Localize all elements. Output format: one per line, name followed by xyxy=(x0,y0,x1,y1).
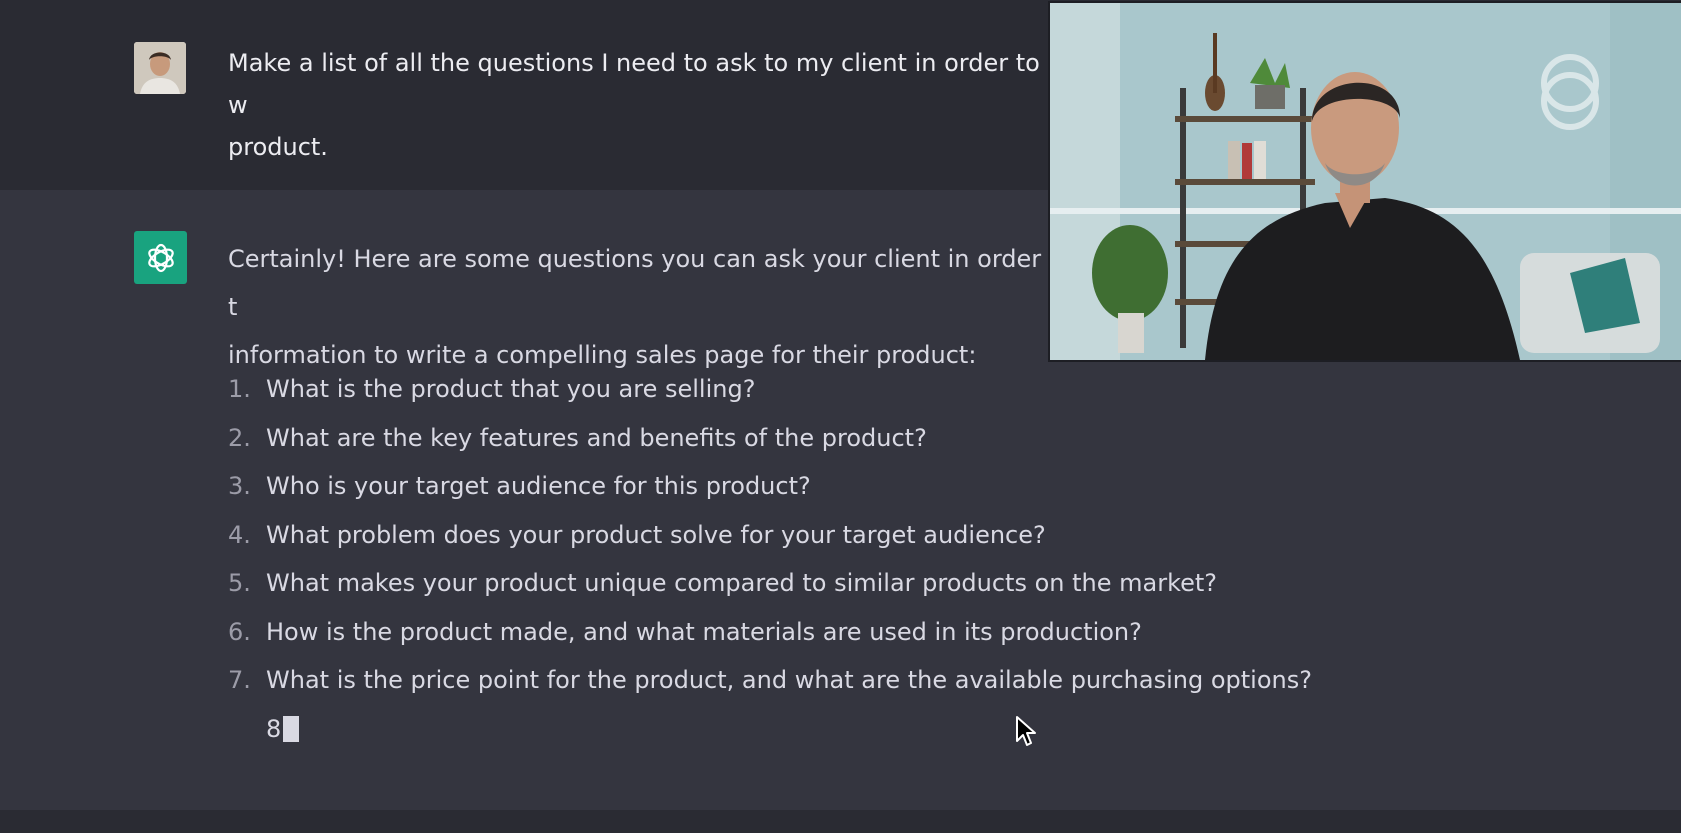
question-list: 1. What is the product that you are selli… xyxy=(228,365,1312,753)
list-item: 4. What problem does your product solve f… xyxy=(228,511,1312,560)
list-number: 2. xyxy=(228,423,251,452)
bottom-bar xyxy=(0,810,1681,833)
mouse-pointer-icon xyxy=(1016,716,1036,746)
list-item-text: How is the product made, and what materi… xyxy=(266,617,1142,646)
openai-logo-icon xyxy=(147,243,174,272)
list-number: 1. xyxy=(228,375,251,403)
user-avatar xyxy=(134,42,186,94)
list-item-text: What is the price point for the product,… xyxy=(266,666,1312,694)
assistant-intro-line-1: Certainly! Here are some questions you c… xyxy=(228,245,1042,321)
user-message-line-2: product. xyxy=(228,133,328,161)
assistant-avatar xyxy=(134,231,187,284)
list-number: 5. xyxy=(228,569,251,597)
user-message-text: Make a list of all the questions I need … xyxy=(228,42,1048,168)
assistant-intro: Certainly! Here are some questions you c… xyxy=(228,235,1048,379)
list-number: 4. xyxy=(228,520,251,549)
list-item: 2. What are the key features and benefits… xyxy=(228,414,1312,463)
webcam-video xyxy=(1050,3,1681,360)
list-item-text: What makes your product unique compared … xyxy=(266,569,1218,597)
list-item: 6. How is the product made, and what mate… xyxy=(228,608,1312,657)
user-photo-icon xyxy=(134,42,186,94)
list-item: 1. What is the product that you are selli… xyxy=(228,365,1312,414)
list-item: 3. Who is your target audience for this p… xyxy=(228,462,1312,511)
list-item-text: What are the key features and benefits o… xyxy=(266,423,927,452)
list-number: 3. xyxy=(228,472,251,500)
user-message-line-1: Make a list of all the questions I need … xyxy=(228,49,1040,119)
list-item-text: What is the product that you are selling… xyxy=(266,375,756,403)
list-number: 7. xyxy=(228,666,251,694)
list-item-text: Who is your target audience for this pro… xyxy=(266,472,811,500)
streaming-partial-item: 8 xyxy=(228,705,1312,753)
partial-text: 8 xyxy=(266,714,282,743)
list-item-text: What problem does your product solve for… xyxy=(266,520,1046,549)
typing-cursor xyxy=(283,715,300,742)
list-number: 6. xyxy=(228,617,251,646)
list-item: 5. What makes your product unique compare… xyxy=(228,559,1312,608)
list-item: 7. What is the price point for the produc… xyxy=(228,656,1312,705)
webcam-overlay xyxy=(1050,3,1681,360)
